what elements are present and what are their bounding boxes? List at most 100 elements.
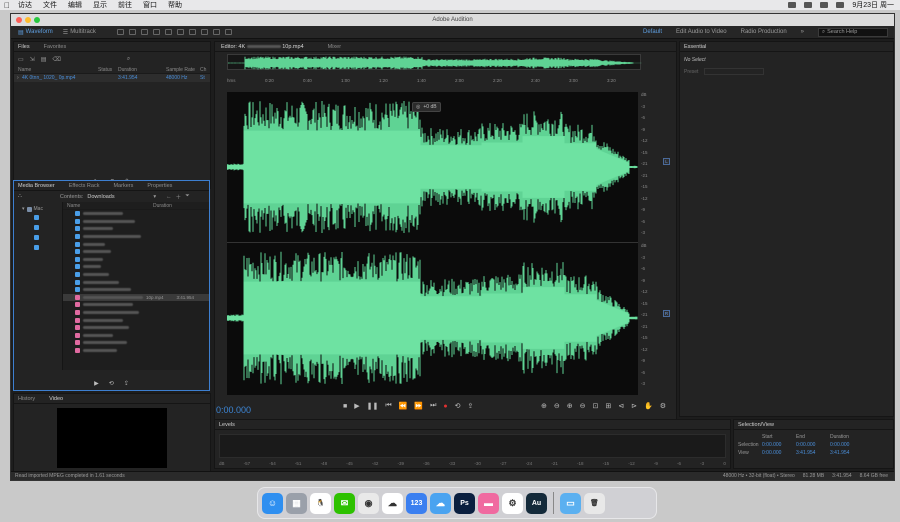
channel-toggle-right[interactable]: R (663, 310, 670, 317)
stop-icon[interactable]: ■ (343, 403, 347, 410)
more-workspaces-icon[interactable]: » (801, 29, 804, 35)
zoom-window-button[interactable] (34, 17, 40, 23)
selection-end[interactable]: 0:00.000 (796, 442, 830, 448)
filter-icon[interactable]: ⏷ (185, 193, 189, 200)
media-list-item[interactable]: 10p.mp4 3:41.954 (63, 293, 209, 302)
record-icon[interactable]: ● (443, 403, 447, 410)
dock-audition-icon[interactable]: Au (526, 492, 547, 514)
status-icon[interactable] (788, 2, 797, 8)
dock-wechat-icon[interactable]: ✉ (334, 492, 355, 514)
hierarchy-icon[interactable]: ⛬ (18, 193, 22, 200)
apple-icon[interactable]:  (4, 1, 14, 10)
media-list-item[interactable] (63, 248, 209, 256)
media-list-item[interactable] (63, 286, 209, 294)
menu-item-finder[interactable]: 访达 (18, 0, 32, 10)
filter-search-icon[interactable]: ⌕ (127, 56, 130, 63)
dock-launchpad-icon[interactable]: ▦ (286, 492, 307, 514)
tab-levels[interactable]: Levels (219, 422, 235, 428)
media-list-item[interactable] (63, 271, 209, 279)
waveform-view-button[interactable]: ▤ Waveform (15, 28, 56, 37)
tab-effects-rack[interactable]: Effects Rack (69, 183, 100, 189)
search-icon[interactable] (836, 2, 845, 8)
dropdown-chevron-icon[interactable]: ▾ (153, 194, 156, 200)
file-row[interactable]: › 4K 0tnn_ 1020_ 0p.mp4 3:41.954 48000 H… (14, 74, 210, 82)
autoplay-icon[interactable]: ⇪ (124, 380, 129, 387)
tab-properties[interactable]: Properties (147, 183, 172, 189)
go-to-start-icon[interactable]: ⏮ (385, 402, 391, 410)
tree-folder-3[interactable] (14, 235, 62, 242)
multitrack-view-button[interactable]: ☰ Multitrack (60, 28, 99, 37)
tree-folder-1[interactable] (14, 215, 62, 222)
dock-folder-icon[interactable]: ▭ (560, 492, 581, 514)
media-list-item[interactable] (63, 256, 209, 264)
tab-selection-view[interactable]: Selection/View (738, 422, 774, 428)
settings-icon[interactable]: ⚙ (660, 402, 666, 410)
media-list-item[interactable] (63, 263, 209, 271)
lasso-tool-icon[interactable] (200, 29, 208, 35)
zoom-out-time-icon[interactable]: ⊖ (580, 402, 586, 410)
play-icon[interactable]: ▶ (94, 380, 99, 387)
new-file-icon[interactable]: ▤ (41, 56, 47, 63)
tree-folder-4[interactable] (14, 245, 62, 252)
media-list-item[interactable] (63, 316, 209, 324)
view-duration[interactable]: 3:41.954 (830, 450, 864, 456)
col-channels[interactable]: Ch (200, 67, 206, 73)
healing-tool-icon[interactable] (224, 29, 232, 35)
zoom-in-point-icon[interactable]: ⊲ (618, 402, 624, 410)
tab-favorites[interactable]: Favorites (44, 44, 67, 50)
media-list-item[interactable] (63, 210, 209, 218)
view-end[interactable]: 3:41.954 (796, 450, 830, 456)
add-shortcut-icon[interactable]: ＋ (176, 193, 182, 201)
col-name[interactable]: Name (14, 67, 98, 73)
loop-icon[interactable]: ⟲ (109, 380, 114, 387)
location-dropdown[interactable]: Downloads (87, 194, 149, 200)
razor-tool-icon[interactable] (152, 29, 160, 35)
time-ruler[interactable]: hms 0:20 0:40 1:00 1:20 1:40 2:00 2:20 2:40 3:00 3… (227, 77, 637, 86)
media-list-item[interactable] (63, 339, 209, 347)
media-list-item[interactable] (63, 218, 209, 226)
zoom-out-amplitude-icon[interactable]: ⊖ (554, 402, 560, 410)
loop-icon[interactable]: ⟲ (455, 402, 461, 410)
dock-qq-icon[interactable]: 🐧 (310, 492, 331, 514)
dock-finder-icon[interactable]: ☺ (262, 492, 283, 514)
workspace-default[interactable]: Default (643, 29, 662, 35)
slip-tool-icon[interactable] (164, 29, 172, 35)
menu-item-window[interactable]: 窗口 (143, 0, 157, 10)
delete-icon[interactable]: ⌫ (52, 56, 60, 63)
battery-icon[interactable] (804, 2, 813, 8)
time-selection-tool-icon[interactable] (176, 29, 184, 35)
dock-cloud-icon[interactable]: ☁ (430, 492, 451, 514)
back-icon[interactable]: ← (166, 194, 172, 200)
view-start[interactable]: 0:00.000 (762, 450, 796, 456)
col-media-name[interactable]: Name (63, 203, 153, 209)
menu-item-file[interactable]: 文件 (43, 0, 57, 10)
timecode-display[interactable]: 0:00.000 (216, 405, 251, 415)
play-icon[interactable]: ▶ (354, 402, 359, 410)
media-list-item[interactable] (63, 347, 209, 355)
tab-essential-sound[interactable]: Essential (684, 44, 706, 50)
media-list-item[interactable] (63, 332, 209, 340)
dock-app-green-icon[interactable]: ⚙ (502, 492, 523, 514)
close-window-button[interactable] (16, 17, 22, 23)
workspace-radio-production[interactable]: Radio Production (741, 29, 787, 35)
fast-forward-icon[interactable]: ⏩ (414, 402, 423, 410)
col-status[interactable]: Status (98, 67, 118, 73)
tab-mixer[interactable]: Mixer (328, 44, 341, 50)
tab-history[interactable]: History (18, 396, 35, 402)
wifi-icon[interactable] (820, 2, 829, 8)
move-tool-icon[interactable] (140, 29, 148, 35)
menu-item-edit[interactable]: 编辑 (68, 0, 82, 10)
search-help-input[interactable]: ⌕ Search Help (818, 27, 888, 37)
zoom-selection-icon[interactable]: ⊞ (605, 402, 611, 410)
zoom-in-time-icon[interactable]: ⊕ (567, 402, 573, 410)
tree-folder-2[interactable] (14, 225, 62, 232)
amplitude-hud[interactable]: ◎ +0 dB (412, 102, 441, 112)
tab-files[interactable]: Files (18, 44, 30, 50)
media-list-item[interactable] (63, 309, 209, 317)
go-to-end-icon[interactable]: ⏭ (430, 402, 436, 410)
media-list-item[interactable] (63, 240, 209, 248)
pitch-tool-icon[interactable] (128, 29, 136, 35)
open-file-icon[interactable]: ▭ (18, 56, 24, 63)
col-media-duration[interactable]: Duration (153, 203, 172, 209)
media-list-item[interactable] (63, 225, 209, 233)
